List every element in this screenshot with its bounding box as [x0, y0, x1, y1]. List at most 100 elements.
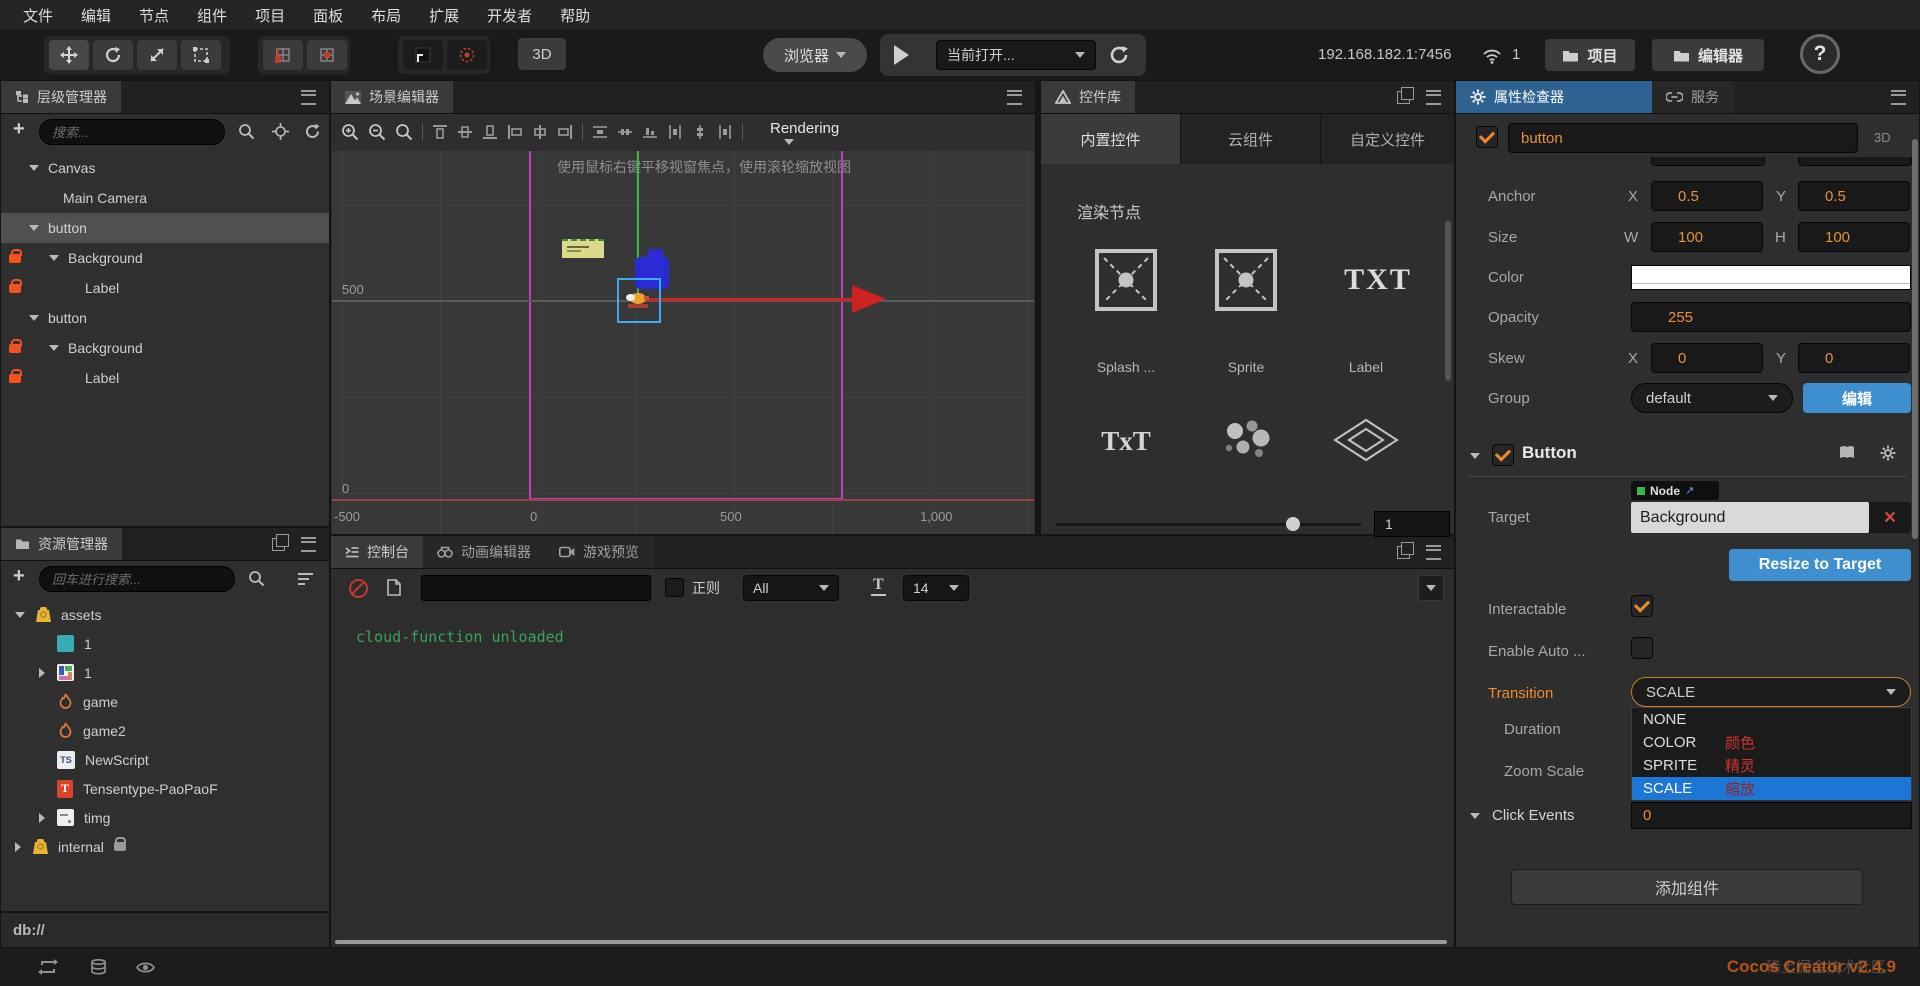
distribute-hcenter-icon[interactable]	[692, 124, 708, 140]
asset-row-assets[interactable]: assets	[1, 600, 329, 629]
widget-splash[interactable]	[1095, 249, 1157, 311]
tree-node-label[interactable]: Label	[1, 273, 329, 303]
opacity-input[interactable]: 255	[1631, 302, 1911, 332]
open-editor-button[interactable]: 编辑器	[1652, 39, 1764, 71]
menu-component[interactable]: 组件	[184, 5, 240, 26]
game-preview-tab[interactable]: 游戏预览	[545, 536, 653, 568]
widget-particle[interactable]	[1219, 416, 1275, 462]
expand-arrow-icon[interactable]	[29, 225, 39, 231]
anchor-y-input[interactable]: 0.5	[1798, 181, 1910, 211]
widget-sprite[interactable]	[1215, 249, 1277, 311]
add-component-button[interactable]: 添加组件	[1511, 869, 1863, 905]
inspector-menu-icon[interactable]	[1891, 89, 1906, 105]
tree-node-button-selected[interactable]: button	[1, 213, 329, 243]
zoom-out-icon[interactable]	[368, 123, 386, 141]
menu-file[interactable]: 文件	[10, 5, 66, 26]
rotate-tool-button[interactable]	[93, 40, 133, 70]
console-menu-icon[interactable]	[1426, 544, 1441, 560]
hierarchy-tab[interactable]: 层级管理器	[1, 81, 121, 113]
browser-select[interactable]: 浏览器	[763, 38, 867, 72]
scene-canvas[interactable]: 使用鼠标右键平移视窗焦点，使用滚轮缩放视图 500 0 -500 0 500 1…	[332, 151, 1034, 534]
transition-select[interactable]: SCALE	[1631, 677, 1911, 707]
console-hscrollbar[interactable]	[335, 940, 1447, 944]
play-button[interactable]	[894, 45, 916, 65]
wireframe-toggle-button[interactable]	[403, 40, 443, 70]
grid-toggle-button[interactable]	[447, 40, 487, 70]
click-events-collapse-icon[interactable]	[1470, 813, 1480, 819]
search-icon[interactable]	[248, 570, 265, 587]
group-edit-button[interactable]: 编辑	[1803, 383, 1911, 413]
distribute-left-icon[interactable]	[667, 124, 683, 140]
tab-custom-widgets[interactable]: 自定义控件	[1321, 114, 1454, 164]
lock-icon[interactable]	[9, 278, 22, 293]
distribute-top-icon[interactable]	[592, 124, 608, 140]
help-button[interactable]: ?	[1800, 34, 1840, 74]
help-doc-icon[interactable]	[1838, 445, 1856, 460]
asset-row-game[interactable]: game	[1, 687, 329, 716]
align-bottom-icon[interactable]	[482, 124, 498, 140]
align-left-icon[interactable]	[507, 124, 523, 140]
widget-zoom-value[interactable]: 1	[1374, 511, 1450, 537]
inspector-tab[interactable]: 属性检查器	[1456, 81, 1652, 113]
menu-layout[interactable]: 布局	[358, 5, 414, 26]
expand-arrow-icon[interactable]	[15, 611, 25, 618]
collapse-logs-button[interactable]	[1418, 575, 1444, 601]
component-collapse-icon[interactable]	[1470, 453, 1480, 459]
external-link-icon[interactable]: ↗	[1685, 484, 1694, 497]
widget-vscrollbar[interactable]	[1445, 221, 1451, 381]
eye-icon[interactable]	[136, 961, 155, 974]
option-sprite[interactable]: SPRITE 精灵	[1632, 754, 1911, 777]
menu-panel[interactable]: 面板	[300, 5, 356, 26]
gizmo-x-arrow[interactable]	[852, 285, 886, 313]
component-gear-icon[interactable]	[1880, 445, 1896, 461]
log-file-icon[interactable]	[387, 579, 401, 596]
target-value-field[interactable]: Background	[1631, 502, 1869, 533]
expand-arrow-icon[interactable]	[39, 812, 45, 823]
expand-arrow-icon[interactable]	[49, 255, 59, 261]
menu-developer[interactable]: 开发者	[474, 5, 545, 26]
pivot-position-button[interactable]	[263, 40, 303, 70]
asset-row-game2[interactable]: game2	[1, 716, 329, 745]
color-swatch[interactable]	[1631, 265, 1911, 290]
expand-arrow-icon[interactable]	[29, 315, 39, 321]
console-log-area[interactable]: cloud-function unloaded	[331, 608, 1454, 947]
lock-icon[interactable]	[9, 248, 22, 263]
asset-row-newscript[interactable]: TS NewScript	[1, 745, 329, 774]
option-scale-selected[interactable]: SCALE 缩放	[1632, 777, 1911, 800]
option-none[interactable]: NONE	[1632, 708, 1911, 731]
scene-menu-icon[interactable]	[1007, 89, 1022, 105]
skew-y-input[interactable]: 0	[1798, 343, 1910, 373]
rendering-dropdown[interactable]: Rendering	[770, 120, 839, 145]
target-clear-button[interactable]: ×	[1869, 502, 1911, 533]
tree-node-label2[interactable]: Label	[1, 363, 329, 393]
group-select[interactable]: default	[1631, 383, 1793, 413]
expand-arrow-icon[interactable]	[39, 667, 45, 678]
animation-editor-tab[interactable]: 动画编辑器	[423, 536, 545, 568]
gizmo-x-axis[interactable]	[638, 298, 854, 301]
sync-icon[interactable]	[38, 959, 58, 975]
resize-to-target-button[interactable]: Resize to Target	[1729, 549, 1911, 581]
create-asset-button[interactable]: +	[13, 565, 25, 588]
menu-help[interactable]: 帮助	[547, 5, 603, 26]
font-size-select[interactable]: 14	[903, 575, 969, 601]
scene-tab[interactable]: 场景编辑器	[331, 81, 453, 113]
asset-row-font[interactable]: T Tensentype-PaoPaoF	[1, 774, 329, 803]
pop-out-icon[interactable]	[272, 534, 289, 551]
widget-label[interactable]: TXT	[1323, 263, 1433, 297]
scale-tool-button[interactable]	[137, 40, 177, 70]
click-events-count-input[interactable]: 0	[1631, 802, 1912, 829]
anchor-mode-button[interactable]	[307, 40, 347, 70]
expand-arrow-icon[interactable]	[29, 165, 39, 171]
pop-out-icon[interactable]	[1397, 87, 1414, 104]
asset-row-image2[interactable]: 1	[1, 658, 329, 687]
pop-out-icon[interactable]	[1397, 542, 1414, 559]
zoom-reset-icon[interactable]	[395, 123, 413, 141]
tree-node-button2[interactable]: button	[1, 303, 329, 333]
interactable-checkbox[interactable]	[1631, 595, 1653, 617]
distribute-vcenter-icon[interactable]	[617, 124, 633, 140]
skew-x-input[interactable]: 0	[1651, 343, 1763, 373]
option-color[interactable]: COLOR 颜色	[1632, 731, 1911, 754]
pick-node-icon[interactable]	[272, 123, 289, 140]
slider-handle[interactable]	[1286, 517, 1300, 531]
menu-extension[interactable]: 扩展	[416, 5, 472, 26]
